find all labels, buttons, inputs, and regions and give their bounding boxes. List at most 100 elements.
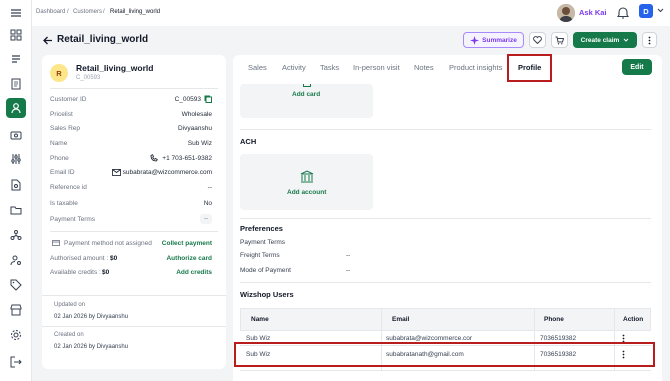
field-value-pricelist: Wholesale — [181, 111, 212, 118]
field-label-is-taxable: Is taxable — [50, 200, 78, 207]
field-label-name: Name — [50, 140, 68, 147]
summarize-label: Summarize — [482, 36, 517, 44]
summarize-button[interactable]: Summarize — [463, 32, 524, 48]
create-claim-button[interactable]: Create claim — [573, 32, 637, 48]
breadcrumb-separator: / — [103, 9, 105, 15]
row-action-kebab-icon[interactable] — [622, 350, 625, 361]
wishlist-button[interactable] — [529, 32, 546, 48]
account-avatar[interactable]: D — [639, 4, 653, 18]
column-header-email: Email — [392, 316, 410, 323]
column-header-action: Action — [623, 316, 644, 323]
folder-icon[interactable] — [9, 203, 23, 217]
divider — [50, 88, 218, 89]
customer-code: C_00593 — [76, 75, 101, 81]
row-divider — [240, 370, 651, 371]
document-icon[interactable] — [9, 77, 23, 91]
created-on-label: Created on — [54, 332, 84, 338]
cell-phone: 7036519382 — [540, 335, 577, 342]
breadcrumb-customers[interactable]: Customers — [73, 9, 102, 15]
authorize-card-link[interactable]: Authorize card — [166, 255, 212, 262]
add-card-label[interactable]: Add card — [292, 91, 320, 98]
column-header-phone: Phone — [544, 316, 564, 323]
add-account-label[interactable]: Add account — [287, 189, 326, 196]
tab-in-person-visit[interactable]: In-person visit — [353, 63, 400, 72]
edit-button[interactable]: Edit — [622, 59, 652, 75]
column-header-name: Name — [251, 316, 269, 323]
breadcrumb-current: Retail_living_world — [110, 9, 161, 15]
tab-sales[interactable]: Sales — [248, 63, 267, 72]
ach-title: ACH — [240, 137, 257, 146]
heart-icon — [533, 36, 542, 44]
cell-name: Sub Wiz — [246, 335, 271, 342]
user-settings-icon[interactable] — [9, 253, 23, 267]
network-icon[interactable] — [9, 228, 23, 242]
table-header — [240, 308, 651, 330]
authorised-amount-value: $0 — [110, 255, 118, 262]
field-label-phone: Phone — [50, 155, 69, 162]
updated-on-label: Updated on — [54, 302, 86, 308]
field-label-payment-terms: Payment Terms — [50, 216, 96, 223]
sparkle-icon — [470, 35, 480, 45]
cell-email: subabrata@wizcommerce.cor — [386, 335, 473, 342]
field-value-phone: +1 703-651-9382 — [162, 155, 212, 162]
field-value-name: Sub Wiz — [187, 140, 212, 147]
available-credits-value: $0 — [102, 269, 110, 276]
sidebar — [0, 0, 32, 381]
payment-method-label: Payment method not assigned — [64, 240, 152, 247]
more-options-button[interactable] — [642, 32, 657, 48]
chevron-down-icon[interactable] — [657, 8, 664, 15]
tag-icon[interactable] — [9, 278, 23, 292]
tab-product-insights[interactable]: Product insights — [449, 63, 502, 72]
divider — [42, 326, 226, 327]
available-credits-label: Available credits : — [50, 269, 101, 276]
tab-activity[interactable]: Activity — [282, 63, 306, 72]
catalog-icon[interactable] — [9, 128, 23, 142]
field-label-sales-rep: Sales Rep — [50, 125, 80, 132]
logout-icon[interactable] — [9, 355, 23, 369]
tab-tasks[interactable]: Tasks — [320, 63, 339, 72]
ask-kai-label[interactable]: Ask Kai — [579, 8, 607, 17]
tab-notes[interactable]: Notes — [414, 63, 434, 72]
settings-icon[interactable] — [9, 328, 23, 342]
kai-avatar[interactable] — [557, 4, 575, 22]
chevron-down-icon — [623, 38, 629, 42]
back-arrow-icon[interactable] — [43, 36, 53, 47]
field-value-payment-terms[interactable]: -- — [200, 214, 212, 224]
kebab-icon — [648, 36, 651, 44]
menu-icon[interactable] — [9, 6, 23, 20]
sliders-icon[interactable] — [9, 152, 23, 166]
page-title: Retail_living_world — [57, 34, 149, 45]
orders-icon[interactable] — [9, 52, 23, 66]
add-credits-link[interactable]: Add credits — [176, 269, 212, 276]
cell-name: Sub Wiz — [246, 351, 271, 358]
field-value-sales-rep: Divyaanshu — [178, 125, 212, 132]
wizshop-users-title: Wizshop Users — [240, 290, 294, 299]
field-label-email: Email ID — [50, 169, 75, 176]
updated-on-value: 02 Jan 2026 by Divyaanshu — [54, 314, 129, 320]
customer-avatar: R — [50, 64, 68, 82]
store-icon[interactable] — [9, 303, 23, 317]
cart-button[interactable] — [551, 32, 568, 48]
dashboard-icon[interactable] — [9, 28, 23, 42]
collect-payment-link[interactable]: Collect payment — [162, 240, 212, 247]
field-value-is-taxable: No — [203, 200, 212, 207]
customers-icon[interactable] — [9, 101, 23, 115]
file-search-icon[interactable] — [9, 178, 23, 192]
divider — [42, 295, 226, 296]
card-icon — [303, 84, 311, 87]
created-on-value: 02 Jan 2026 by Divyaanshu — [54, 344, 129, 350]
field-label-reference-id: Reference id — [50, 184, 87, 191]
pref-label-freight-terms: Freight Terms — [240, 252, 280, 259]
add-card-tile[interactable] — [240, 84, 373, 118]
field-label-customer-id: Customer ID — [50, 96, 87, 103]
divider — [240, 218, 651, 219]
tab-profile[interactable]: Profile — [518, 63, 541, 72]
bank-icon — [300, 170, 314, 185]
field-value-reference-id: -- — [207, 184, 212, 191]
breadcrumb-dashboard[interactable]: Dashboard — [36, 9, 65, 15]
bell-icon[interactable] — [616, 6, 630, 21]
cell-phone: 7036519382 — [540, 351, 577, 358]
row-divider — [240, 330, 651, 331]
divider — [240, 129, 651, 130]
copy-icon[interactable] — [204, 95, 212, 105]
